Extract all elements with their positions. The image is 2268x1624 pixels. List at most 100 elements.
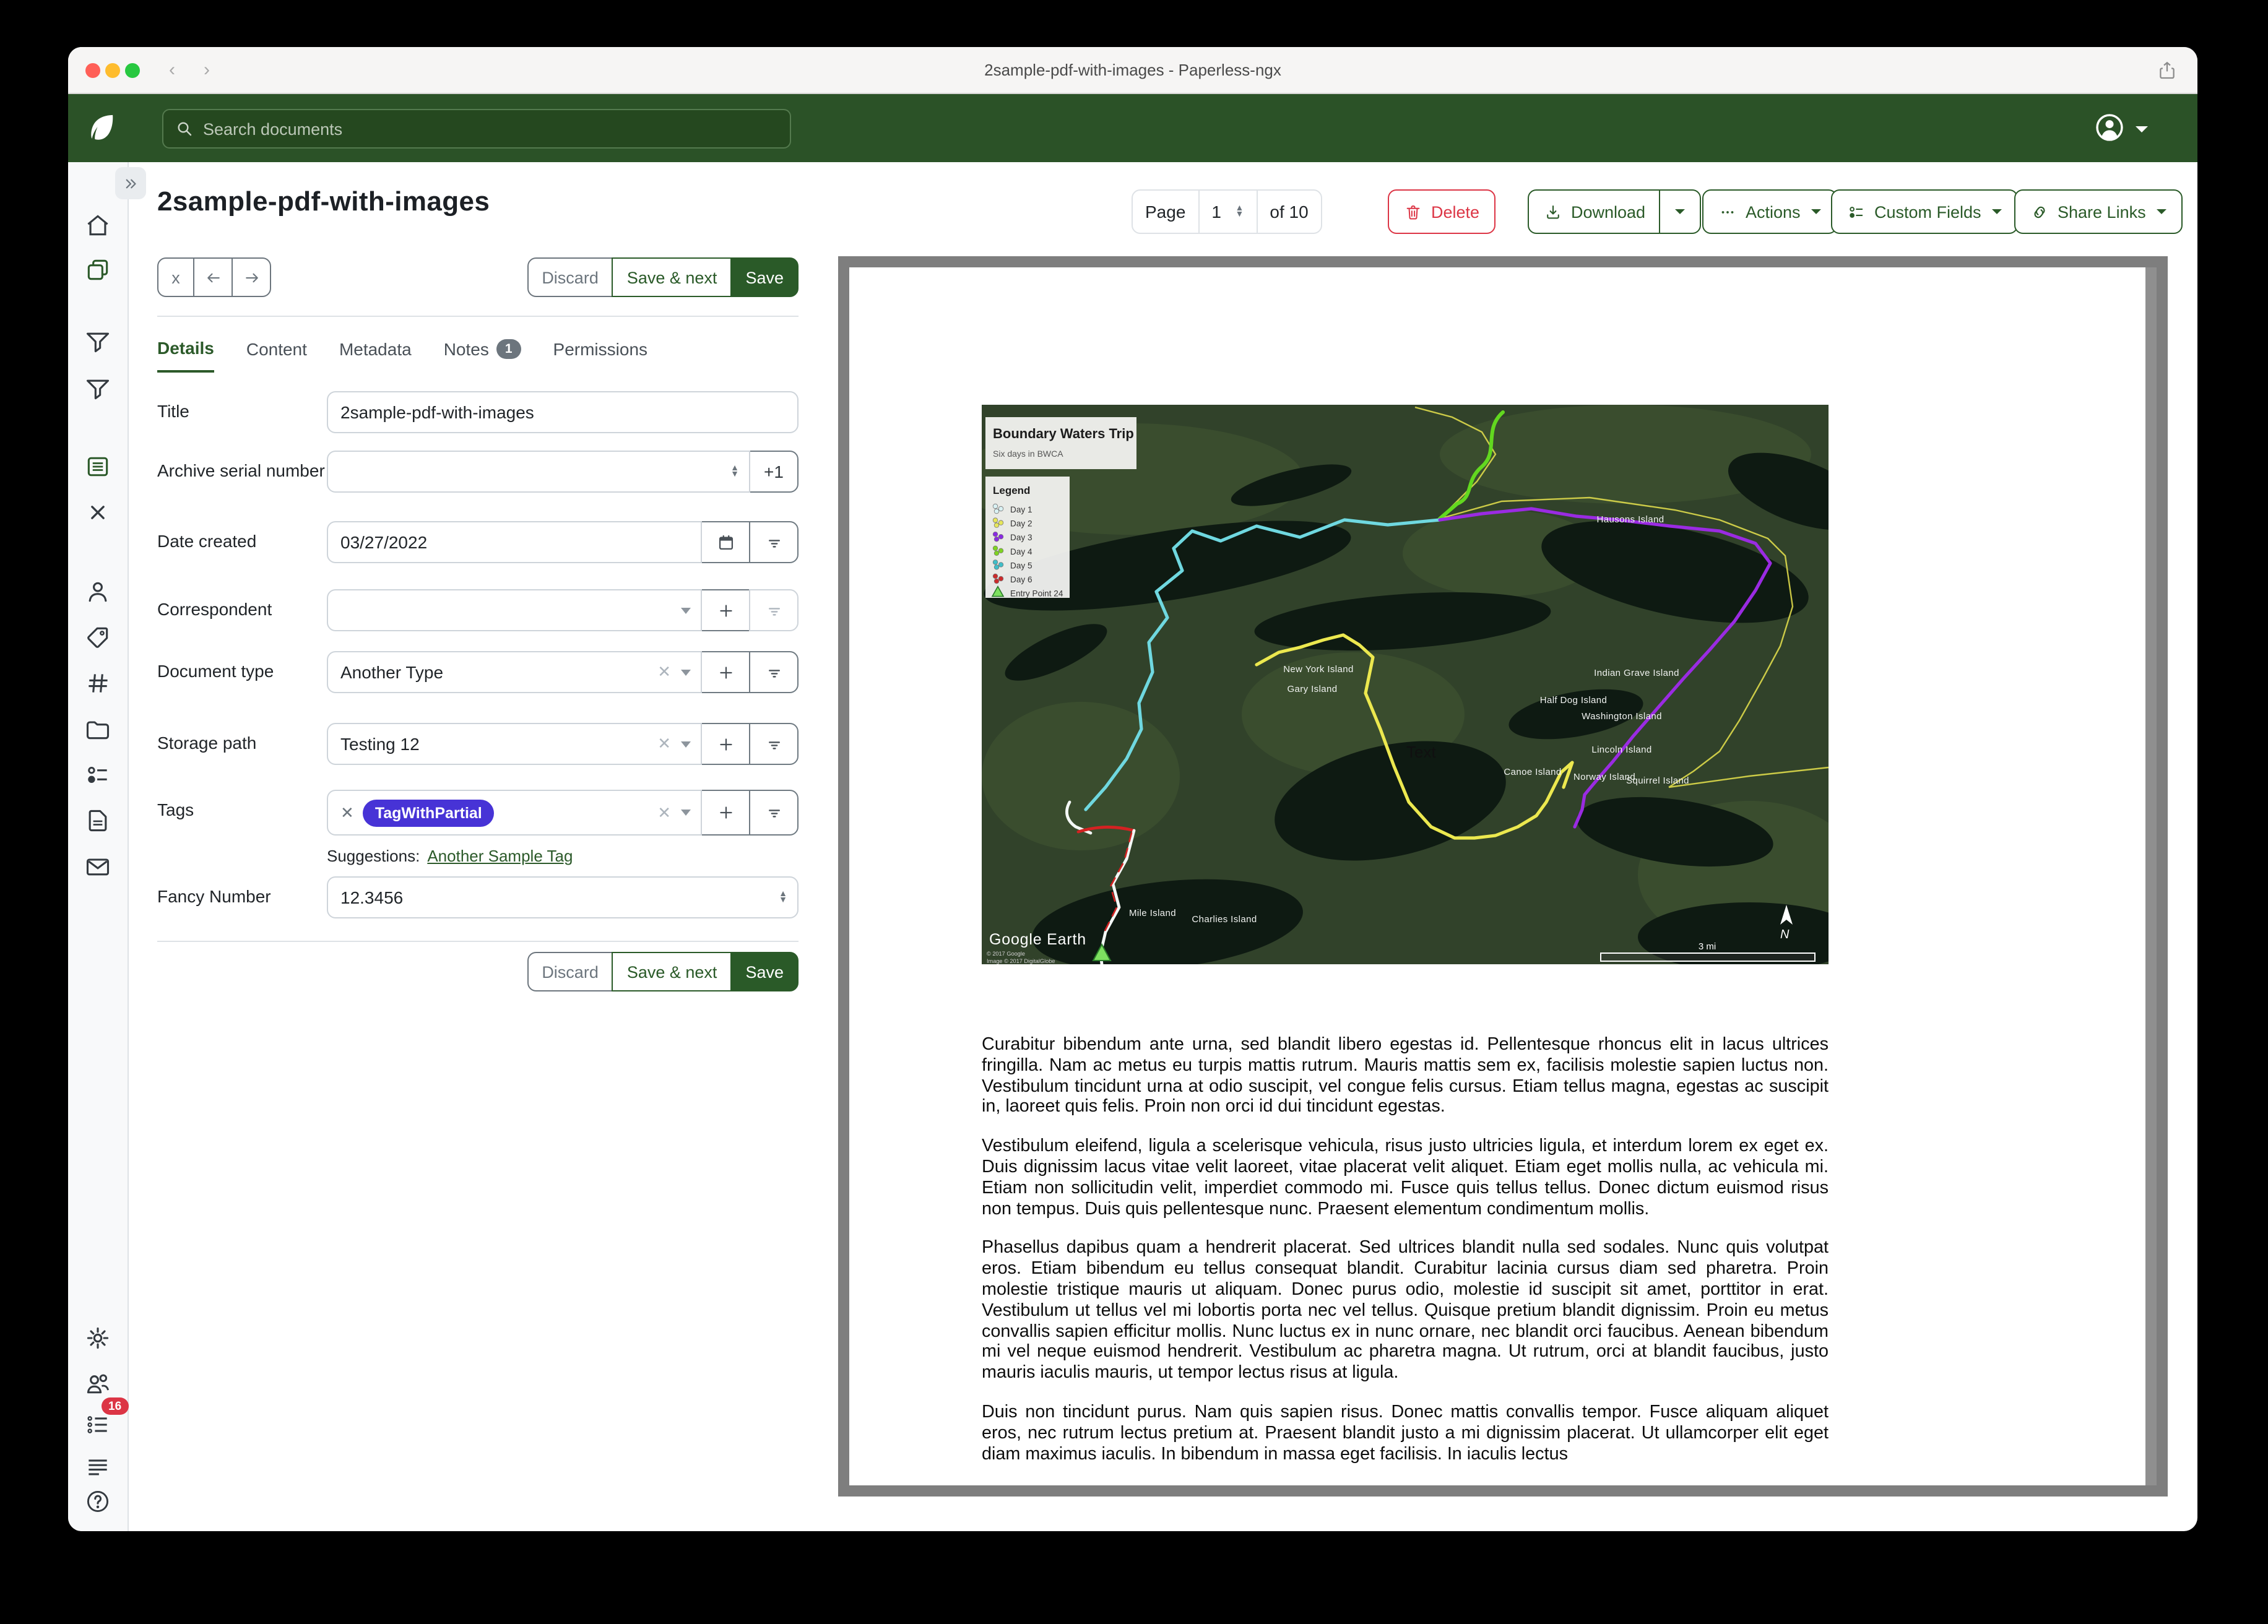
sidebar-item-settings[interactable] <box>84 1324 114 1354</box>
title-label: Title <box>157 391 327 433</box>
previous-doc-button[interactable] <box>193 257 233 297</box>
tab-permissions[interactable]: Permissions <box>553 335 648 373</box>
divider <box>157 316 799 317</box>
date-created-input[interactable]: 03/27/2022 <box>327 521 702 563</box>
clear-icon[interactable]: ✕ <box>657 734 671 754</box>
asn-input[interactable]: ▲▼ <box>327 451 750 493</box>
document-type-caret-icon[interactable] <box>681 669 691 675</box>
tags-input[interactable]: ✕ TagWithPartial ✕ <box>327 790 702 836</box>
fancy-number-spinner-icon[interactable]: ▲▼ <box>779 891 787 904</box>
sidebar-item-correspondents[interactable] <box>84 578 114 608</box>
sidebar-item-logs[interactable] <box>84 1453 114 1483</box>
fancy-number-input[interactable]: 12.3456 ▲▼ <box>327 876 799 918</box>
pdf-preview[interactable]: Hausons IslandNew York IslandGary Island… <box>838 256 2168 1497</box>
title-input[interactable]: 2sample-pdf-with-images <box>327 391 799 433</box>
sidebar-item-file-tasks[interactable] <box>84 807 114 837</box>
sidebar-item-tags[interactable] <box>84 624 114 654</box>
share-icon[interactable] <box>2157 58 2178 89</box>
add-correspondent-button[interactable] <box>701 589 750 631</box>
island-label: Squirrel Island <box>1626 775 1689 786</box>
map-title-box: Boundary Waters Trip Six days in BWCA <box>985 417 1136 469</box>
user-avatar[interactable] <box>2093 111 2126 150</box>
search-icon <box>175 119 194 139</box>
sidebar-item-close-document[interactable] <box>84 499 114 529</box>
logs-icon <box>84 1453 111 1480</box>
sidebar-item-help[interactable] <box>84 1488 114 1518</box>
svg-text:N: N <box>1780 928 1790 941</box>
calendar-button[interactable] <box>701 521 750 563</box>
remove-tag-icon[interactable]: ✕ <box>340 803 354 823</box>
person-icon <box>84 578 111 605</box>
actions-button[interactable]: Actions <box>1702 189 1838 234</box>
correspondent-select[interactable] <box>327 589 702 631</box>
tab-notes[interactable]: Notes1 <box>444 335 521 373</box>
storage-path-label: Storage path <box>157 723 327 765</box>
save-next-button[interactable]: Save & next <box>612 257 732 297</box>
close-doc-button[interactable]: x <box>157 257 194 297</box>
share-links-button[interactable]: Share Links <box>2014 189 2183 234</box>
island-label: Hausons Island <box>1597 514 1664 525</box>
asn-spinner-icon[interactable]: ▲▼ <box>730 465 739 478</box>
sidebar-item-users-groups[interactable] <box>84 1370 114 1400</box>
discard-button[interactable]: Discard <box>527 257 613 297</box>
sidebar-expand-button[interactable] <box>115 167 146 199</box>
edit-actions-row: x Discard Save & next Save <box>157 257 799 297</box>
add-tag-button[interactable] <box>701 790 750 836</box>
tab-details[interactable]: Details <box>157 335 214 373</box>
page-spinner-icon[interactable]: ▲▼ <box>1236 205 1244 218</box>
form-row-storage-path: Storage path Testing 12 ✕ <box>157 723 799 765</box>
tags-caret-icon[interactable] <box>681 810 691 816</box>
storage-path-filter-button[interactable] <box>749 723 799 765</box>
fancy-number-label: Fancy Number <box>157 876 327 918</box>
download-dropdown-toggle[interactable] <box>1659 191 1685 233</box>
storage-path-caret-icon[interactable] <box>681 741 691 747</box>
download-icon <box>1544 202 1562 221</box>
user-menu-caret-icon[interactable] <box>2136 126 2148 132</box>
paperless-logo-icon[interactable] <box>84 110 118 150</box>
tab-content[interactable]: Content <box>246 335 307 373</box>
search-input[interactable]: Search documents <box>162 109 791 149</box>
save-button[interactable]: Save <box>730 257 799 297</box>
google-earth-watermark: Google Earth <box>989 931 1086 948</box>
svg-text:3 mi: 3 mi <box>1699 941 1716 952</box>
clear-icon[interactable]: ✕ <box>657 803 671 823</box>
next-doc-button[interactable] <box>232 257 271 297</box>
custom-fields-button[interactable]: Custom Fields <box>1831 189 2019 234</box>
tag-chip[interactable]: TagWithPartial <box>363 799 495 826</box>
sidebar-item-dashboard[interactable] <box>84 212 114 241</box>
correspondent-label: Correspondent <box>157 589 327 631</box>
sidebar-item-custom-fields[interactable] <box>84 670 114 699</box>
document-type-filter-button[interactable] <box>749 651 799 693</box>
sidebar-item-storage-paths[interactable] <box>84 761 114 791</box>
sidebar-item-saved-view-2[interactable] <box>84 375 114 405</box>
discard-button-bottom[interactable]: Discard <box>527 952 613 991</box>
tab-metadata[interactable]: Metadata <box>339 335 412 373</box>
documents-icon <box>84 256 111 283</box>
pdf-scrollbar[interactable] <box>2145 267 2157 1485</box>
date-filter-button[interactable] <box>749 521 799 563</box>
pdf-paragraph: Duis non tincidunt purus. Nam quis sapie… <box>982 1402 1829 1465</box>
page-number-input[interactable]: 1▲▼ <box>1198 191 1257 233</box>
clear-icon[interactable]: ✕ <box>657 662 671 682</box>
save-button-bottom[interactable]: Save <box>730 952 799 991</box>
app-window: ‹ › 2sample-pdf-with-images - Paperless-… <box>68 47 2197 1531</box>
tags-filter-button[interactable] <box>749 790 799 836</box>
correspondent-caret-icon[interactable] <box>681 607 691 613</box>
sidebar-item-document-types[interactable] <box>84 715 114 745</box>
sidebar-item-saved-view-1[interactable] <box>84 328 114 358</box>
sidebar-item-mail[interactable] <box>84 853 114 883</box>
actions-caret-icon <box>1812 209 1822 214</box>
asn-plus-one-button[interactable]: +1 <box>749 451 799 493</box>
download-button[interactable]: Download <box>1528 189 1701 234</box>
correspondent-filter-button[interactable] <box>749 589 799 631</box>
save-next-button-bottom[interactable]: Save & next <box>612 952 732 991</box>
sidebar-item-tasks[interactable]: 16 <box>84 1411 114 1441</box>
delete-button[interactable]: Delete <box>1388 189 1495 234</box>
sidebar-item-open-document[interactable] <box>84 453 114 483</box>
add-storage-path-button[interactable] <box>701 723 750 765</box>
add-document-type-button[interactable] <box>701 651 750 693</box>
storage-path-select[interactable]: Testing 12 ✕ <box>327 723 702 765</box>
sidebar-item-documents[interactable] <box>84 256 114 286</box>
document-type-select[interactable]: Another Type ✕ <box>327 651 702 693</box>
suggested-tag-link[interactable]: Another Sample Tag <box>427 847 573 865</box>
